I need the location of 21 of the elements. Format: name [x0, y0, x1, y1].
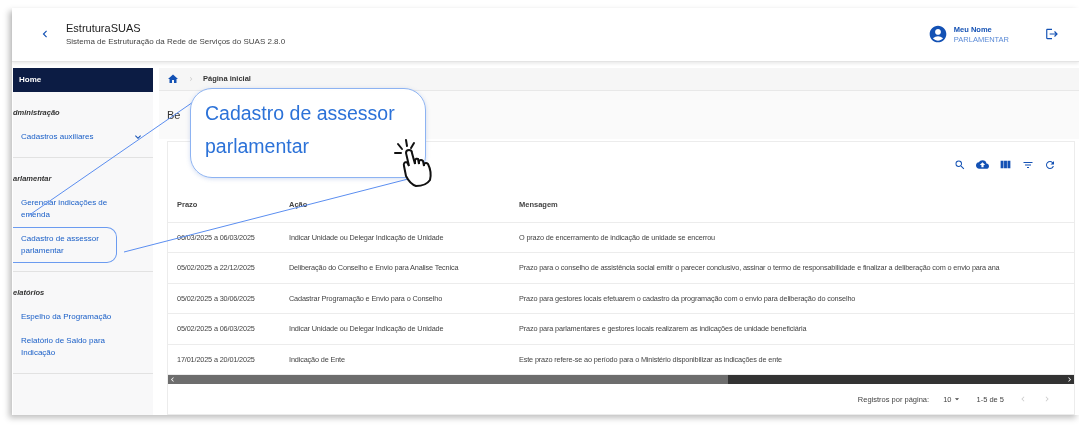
sidebar-item[interactable]: Gerenciar indicações de emenda: [13, 190, 153, 227]
sidebar-item[interactable]: Cadastros auxiliares: [13, 124, 153, 149]
callout-text: Cadastro de assessor parlamentar: [205, 102, 395, 157]
user-avatar-icon[interactable]: [927, 24, 948, 45]
chevron-right-icon: [187, 74, 195, 83]
sidebar-item[interactable]: Cadastro de assessor parlamentar: [13, 226, 117, 263]
sidebar-item[interactable]: Espelho da Programação: [13, 304, 153, 329]
sidebar-item[interactable]: Relatório de Saldo para Indicação: [13, 328, 153, 365]
app-title: EstruturaSUAS: [66, 22, 142, 35]
scroll-right-icon[interactable]: [1065, 375, 1074, 384]
columns-icon[interactable]: [999, 158, 1012, 171]
logout-icon[interactable]: [1045, 27, 1059, 42]
cloud-upload-icon[interactable]: [976, 158, 989, 171]
app-subtitle: Sistema de Estruturação da Rede de Serviços do SUAS 2.8.0: [66, 37, 287, 47]
sidebar-item[interactable]: Home: [13, 67, 153, 92]
home-icon[interactable]: [167, 72, 179, 85]
scroll-left-icon[interactable]: [168, 375, 177, 384]
page-title: Be: [167, 108, 181, 121]
horizontal-scrollbar[interactable]: [168, 375, 1074, 384]
refresh-icon[interactable]: [1044, 158, 1056, 171]
search-icon[interactable]: [954, 158, 966, 171]
